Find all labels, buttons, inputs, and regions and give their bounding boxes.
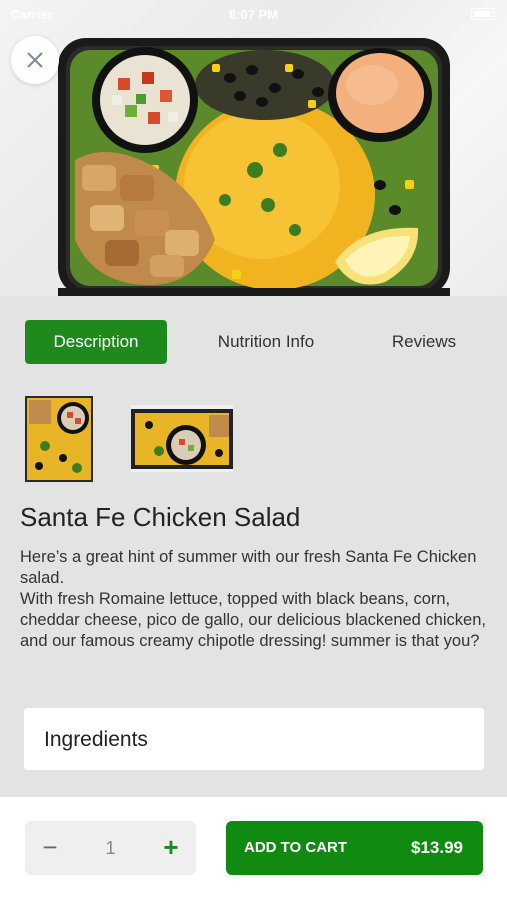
close-icon [27, 52, 43, 68]
product-description: Here’s a great hint of summer with our f… [20, 547, 490, 652]
thumbnail-image [25, 396, 93, 482]
price-label: $13.99 [411, 838, 463, 857]
status-time: 8:07 PM [228, 7, 279, 22]
status-bar: Carrier 8:07 PM [0, 0, 507, 28]
tab-nutrition-info[interactable]: Nutrition Info [195, 320, 337, 364]
thumbnail-2[interactable] [131, 405, 233, 472]
quantity-value: 1 [105, 838, 116, 858]
tab-reviews[interactable]: Reviews [360, 320, 488, 364]
description-line: With fresh Romaine lettuce, topped with … [20, 590, 486, 650]
close-button[interactable] [11, 36, 59, 84]
quantity-stepper: − 1 + [25, 821, 196, 875]
add-to-cart-label: ADD TO CART [244, 839, 348, 856]
product-hero-image: Carrier 8:07 PM [0, 0, 507, 296]
add-to-cart-button[interactable]: ADD TO CART $13.99 [226, 821, 483, 875]
bottom-cart-bar: − 1 + ADD TO CART $13.99 [0, 797, 507, 900]
product-tabs: Description Nutrition Info Reviews [0, 296, 507, 376]
increase-quantity-button[interactable]: + [146, 821, 196, 875]
product-title: Santa Fe Chicken Salad [20, 502, 301, 532]
battery-icon [471, 8, 495, 20]
tab-description[interactable]: Description [25, 320, 167, 364]
salad-photo [58, 38, 450, 296]
thumbnail-1[interactable] [25, 396, 93, 482]
ingredients-section[interactable]: Ingredients [24, 708, 484, 770]
thumbnail-image [131, 405, 233, 472]
ingredients-title: Ingredients [44, 728, 148, 751]
decrease-quantity-button[interactable]: − [25, 821, 75, 875]
description-line: Here’s a great hint of summer with our f… [20, 548, 477, 587]
